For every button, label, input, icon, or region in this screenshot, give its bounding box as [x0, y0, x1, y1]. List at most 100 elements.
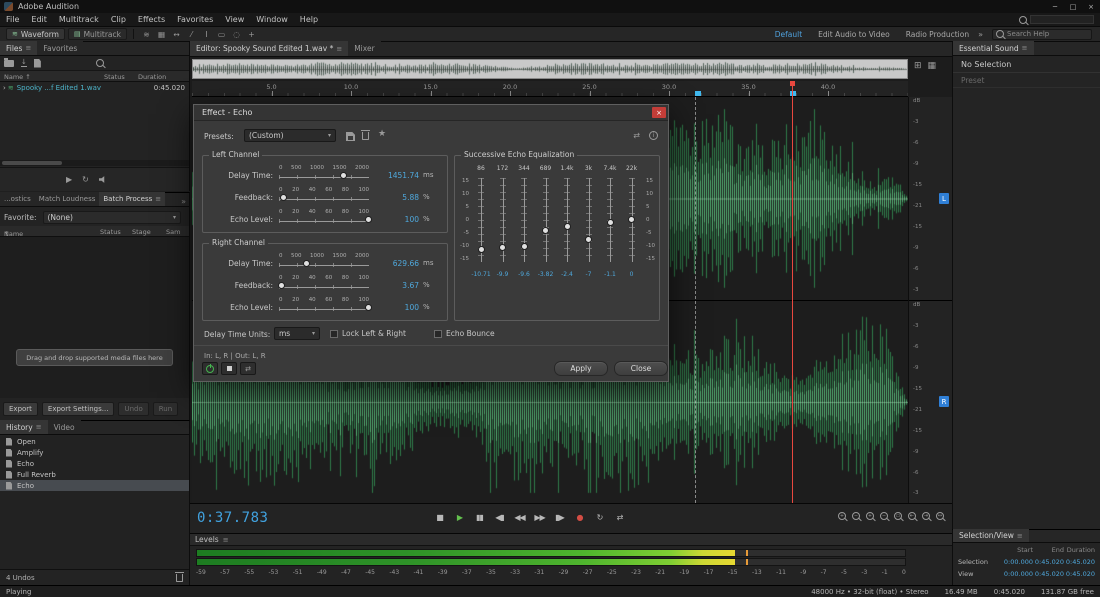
workspace-default[interactable]: Default: [775, 30, 802, 39]
panel-menu-icon[interactable]: ≡: [25, 44, 31, 52]
eq-band-344-handle[interactable]: [521, 243, 528, 250]
panel-menu-icon[interactable]: ≡: [1022, 44, 1028, 52]
apply-button[interactable]: Apply: [554, 361, 608, 376]
menu-item-file[interactable]: File: [0, 15, 25, 24]
zoom-navigator[interactable]: [192, 59, 908, 79]
tab-editor[interactable]: Editor: Spooky Sound Edited 1.wav * ≡: [190, 41, 348, 56]
left-feedback-value[interactable]: 5.88: [373, 193, 419, 202]
favorite-dropdown[interactable]: (None) ▾: [43, 211, 182, 224]
record-button[interactable]: ●: [572, 511, 587, 524]
left-echo-level-slider[interactable]: 020406080100: [279, 209, 369, 225]
import-file-icon[interactable]: ↓: [21, 59, 27, 67]
right-echo-level-slider[interactable]: 020406080100: [279, 297, 369, 313]
export-button[interactable]: Export: [3, 402, 38, 416]
speaker-icon[interactable]: [99, 176, 108, 184]
fast-forward-button[interactable]: ▶▶: [532, 511, 547, 524]
stop-button[interactable]: ■: [432, 511, 447, 524]
presets-dropdown[interactable]: (Custom) ▾: [244, 129, 336, 142]
close-button[interactable]: ×: [1082, 0, 1100, 13]
zoom-selection-right-button[interactable]: ⇥: [922, 512, 930, 520]
loop-playback-button[interactable]: ↻: [592, 511, 607, 524]
echo-bounce-checkbox[interactable]: Echo Bounce: [434, 329, 495, 338]
tab-match-loudness[interactable]: Match Loudness: [35, 192, 100, 206]
zoom-in-amplitude-button[interactable]: +: [838, 512, 846, 520]
delay-units-dropdown[interactable]: ms ▾: [274, 327, 320, 340]
playhead-marker[interactable]: [790, 91, 796, 96]
playhead-time-display[interactable]: 0:37.783: [197, 510, 268, 526]
eq-band-3k-handle[interactable]: [585, 236, 592, 243]
open-file-icon[interactable]: [4, 60, 14, 67]
menu-item-view[interactable]: View: [219, 15, 250, 24]
zoom-selection-left-button[interactable]: ⇤: [908, 512, 916, 520]
panel-menu-icon[interactable]: ≡: [336, 45, 342, 53]
new-file-icon[interactable]: [34, 59, 41, 68]
tab-mixer[interactable]: Mixer: [348, 41, 380, 56]
tab-essential-sound[interactable]: Essential Sound ≡: [953, 41, 1034, 55]
tab-files[interactable]: Files ≡: [0, 41, 37, 55]
tab-overflow-icon[interactable]: »: [181, 197, 189, 206]
history-step-echo[interactable]: Echo: [0, 480, 189, 491]
preview-stop-button[interactable]: [221, 362, 237, 375]
panel-menu-icon[interactable]: ≡: [223, 536, 229, 544]
menu-item-help[interactable]: Help: [294, 15, 324, 24]
tab-batch-process[interactable]: Batch Process ≡: [99, 192, 165, 206]
menu-item-window[interactable]: Window: [250, 15, 294, 24]
pause-button[interactable]: ▮▮: [472, 511, 487, 524]
history-step-echo[interactable]: Echo: [0, 458, 189, 469]
tab-video[interactable]: Video: [48, 420, 81, 434]
zoom-full-button[interactable]: ↔: [936, 512, 944, 520]
expand-icon[interactable]: ›: [3, 84, 6, 92]
delete-preset-icon[interactable]: [362, 132, 369, 140]
right-delay-time-value[interactable]: 629.66: [373, 259, 419, 268]
workspace-radio-production[interactable]: Radio Production: [906, 30, 969, 39]
scrollbar-thumb[interactable]: [2, 161, 62, 165]
eq-band-172-handle[interactable]: [499, 244, 506, 251]
view-end[interactable]: 0:45.020: [1033, 570, 1064, 578]
save-preset-icon[interactable]: [346, 132, 355, 141]
undo-button[interactable]: Undo: [118, 402, 148, 416]
eq-band-22k-value[interactable]: 0: [618, 271, 646, 278]
timeline-ruler[interactable]: 5.010.015.020.025.030.035.040.0: [192, 81, 908, 97]
quick-search-input[interactable]: [1030, 15, 1094, 24]
help-search-field[interactable]: Search Help: [992, 29, 1092, 40]
spectral-display-icon[interactable]: ▦: [155, 28, 168, 40]
right-feedback-value[interactable]: 3.67: [373, 281, 419, 290]
selection-end[interactable]: 0:45.020: [1033, 558, 1064, 566]
menu-item-favorites[interactable]: Favorites: [171, 15, 219, 24]
eq-band-22k-handle[interactable]: [628, 216, 635, 223]
channel-badge-right[interactable]: R: [939, 396, 949, 407]
tab-diagnostics[interactable]: ...ostics: [0, 192, 35, 206]
right-echo-level-value[interactable]: 100: [373, 303, 419, 312]
playhead[interactable]: [792, 81, 793, 503]
close-dialog-button[interactable]: Close: [614, 361, 668, 376]
left-delay-time-slider[interactable]: 0500100015002000: [279, 165, 369, 181]
info-icon[interactable]: [649, 131, 658, 140]
run-button[interactable]: Run: [153, 402, 178, 416]
workspace-edit-audio-to-video[interactable]: Edit Audio to Video: [818, 30, 890, 39]
right-feedback-slider[interactable]: 020406080100: [279, 275, 369, 291]
zoom-out-time-button[interactable]: −: [880, 512, 888, 520]
history-step-full-reverb[interactable]: Full Reverb: [0, 469, 189, 480]
eq-band-1-4k-handle[interactable]: [564, 223, 571, 230]
selection-start[interactable]: 0:00.000: [1002, 558, 1033, 566]
selection-start-marker[interactable]: [695, 91, 701, 96]
zoom-out-amplitude-button[interactable]: −: [852, 512, 860, 520]
preview-play-icon[interactable]: ▶: [66, 175, 72, 184]
horizontal-scrollbar[interactable]: [0, 160, 189, 166]
export-settings-button[interactable]: Export Settings...: [42, 402, 115, 416]
channel-badge-left[interactable]: L: [939, 193, 949, 204]
move-tool-icon[interactable]: ↔: [170, 28, 183, 40]
panel-menu-icon[interactable]: ≡: [1017, 532, 1023, 540]
zoom-to-selection-button[interactable]: ▭: [894, 512, 902, 520]
skip-to-start-button[interactable]: ◀▮: [492, 511, 507, 524]
menu-item-clip[interactable]: Clip: [105, 15, 132, 24]
menu-item-multitrack[interactable]: Multitrack: [53, 15, 105, 24]
play-button[interactable]: ▶: [452, 511, 467, 524]
razor-tool-icon[interactable]: ⁄: [185, 28, 198, 40]
zoom-navigator-icon[interactable]: ⊞: [914, 61, 922, 71]
left-echo-level-handle[interactable]: [365, 216, 372, 223]
rewind-button[interactable]: ◀◀: [512, 511, 527, 524]
eq-band-86-handle[interactable]: [478, 246, 485, 253]
preview-toggle-button[interactable]: ⇄: [240, 362, 256, 375]
zoom-in-time-button[interactable]: +: [866, 512, 874, 520]
